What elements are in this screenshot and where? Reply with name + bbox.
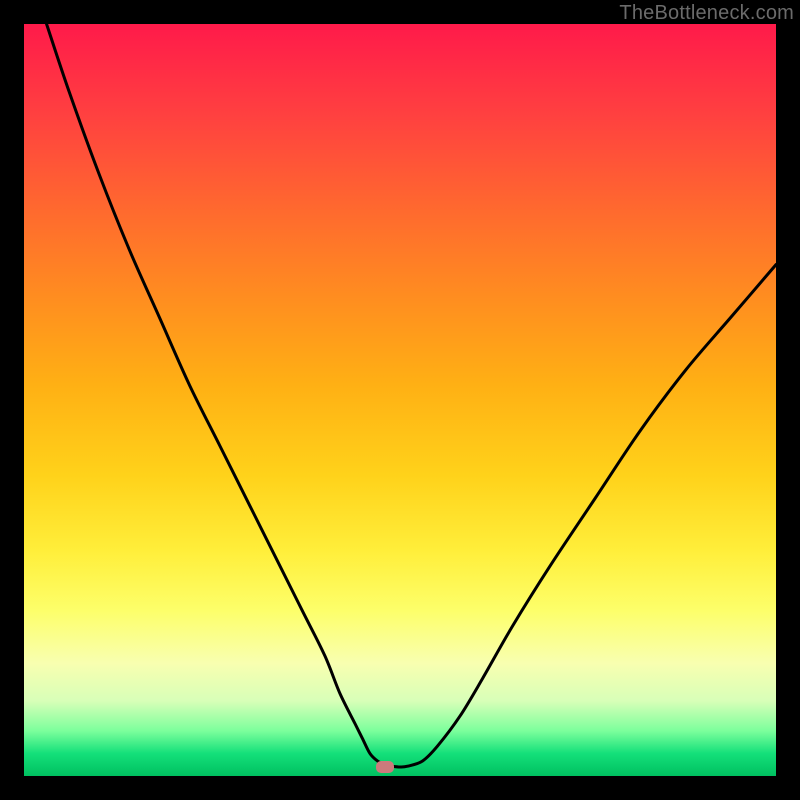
watermark-text: TheBottleneck.com xyxy=(619,2,794,25)
optimal-marker xyxy=(376,761,394,773)
plot-area xyxy=(24,24,776,776)
chart-frame: TheBottleneck.com xyxy=(0,0,800,800)
bottleneck-curve xyxy=(24,24,776,776)
